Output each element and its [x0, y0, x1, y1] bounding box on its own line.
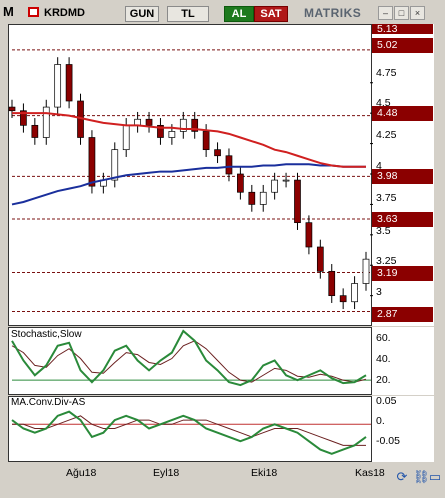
x-axis-label: Kas18 [355, 467, 385, 479]
price-series [8, 57, 370, 310]
tick-label: 3.25 [376, 255, 397, 267]
candle-down [65, 64, 73, 102]
settings-icon[interactable]: ▭ [428, 470, 442, 484]
stoch-d-line [11, 340, 367, 383]
ma-mid-line [12, 112, 366, 168]
candle-up [111, 149, 119, 181]
candle-up [351, 283, 358, 303]
candle-down [237, 173, 244, 193]
grid-lines [12, 49, 373, 425]
macd-tick: 0.05 [376, 395, 397, 407]
candle-down [31, 124, 39, 138]
candle-down [8, 106, 16, 112]
macd-series [11, 410, 367, 455]
candle-up [271, 179, 278, 193]
macd-signal-line [12, 415, 366, 446]
candle-down [225, 155, 233, 175]
candle-down [88, 137, 96, 187]
candle-up [42, 106, 50, 138]
chart-window: M KRDMD GUN TL AL SAT MATRIKS – □ × 5.13… [0, 0, 445, 498]
candle-up [168, 131, 176, 138]
candle-up [259, 191, 267, 205]
stochastic-title: Stochastic,Slow [11, 329, 82, 340]
ma-long-line [11, 163, 366, 206]
candle-up [54, 64, 62, 108]
tick-label: 3.5 [376, 225, 391, 237]
candle-down [214, 149, 221, 157]
candle-up [362, 258, 370, 284]
x-axis-label: Eki18 [251, 467, 278, 479]
tick-label: 4.75 [376, 67, 397, 79]
tick-label: 4.5 [376, 97, 391, 109]
tick-label: 4.25 [376, 129, 397, 141]
candle-down [316, 246, 324, 272]
stochastic-tick: 60. [376, 332, 391, 344]
price-tag-resistance-1: 5.02 [372, 38, 433, 53]
refresh-icon[interactable]: ⟳ [395, 470, 409, 484]
price-tag-support-2: 2.87 [372, 307, 433, 322]
macd-title: MA.Conv.Div-AS [11, 397, 86, 408]
candle-down [145, 118, 153, 126]
macd-tick: -0.05 [376, 435, 400, 447]
price-tag-last: 3.19 [372, 266, 433, 281]
candle-down [294, 179, 301, 224]
candle-down [328, 270, 336, 297]
macd-tick: 0. [376, 415, 385, 427]
candle-down [305, 222, 313, 248]
macd-line [11, 410, 367, 455]
link-icon[interactable]: ⛓ [413, 470, 430, 484]
candle-down [248, 191, 256, 205]
candle-up [122, 124, 130, 151]
tick-label: 3 [376, 286, 382, 298]
tick-label: 3.75 [376, 192, 397, 204]
x-axis-label: Ağu18 [66, 467, 97, 479]
tick-label: 4 [376, 160, 382, 172]
candle-down [202, 131, 210, 151]
x-axis-label: Eyl18 [153, 467, 180, 479]
stochastic-tick: 40. [376, 353, 391, 365]
candle-up [282, 179, 290, 182]
stochastic-tick: 20. [376, 374, 391, 386]
price-tag-high: 5.13 [372, 24, 433, 34]
candle-down [339, 295, 347, 303]
